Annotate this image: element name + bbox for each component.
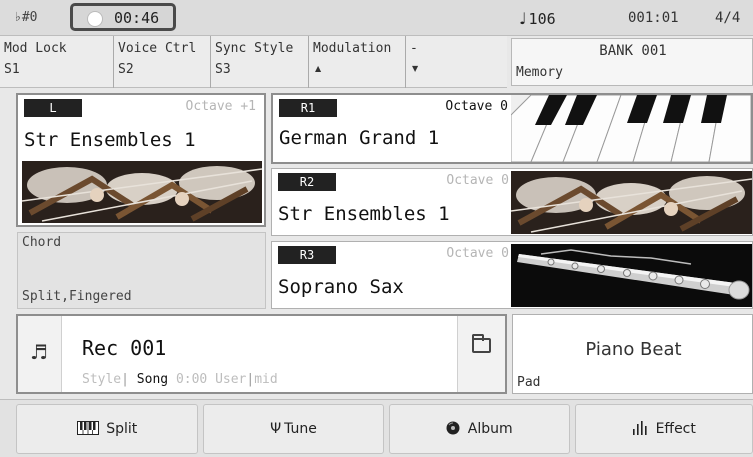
pad-panel[interactable]: Piano Beat Pad: [512, 314, 753, 394]
soprano-sax-photo: [511, 244, 752, 307]
octave-value: Octave +1: [185, 99, 256, 114]
voice-tag: R2: [278, 173, 336, 191]
voice-name: Soprano Sax: [278, 276, 404, 298]
chord-mode: Split,Fingered: [22, 289, 132, 304]
voice-panel-left[interactable]: L Octave +1 Str Ensembles 1: [16, 93, 266, 227]
assign-value: S1: [4, 62, 20, 77]
assign-row: Mod Lock S1 Voice Ctrl S2 Sync Style S3 …: [0, 36, 507, 88]
assign-empty[interactable]: - ▼: [405, 36, 507, 88]
album-button[interactable]: Album: [389, 404, 570, 454]
tempo-value: 106: [528, 10, 556, 28]
memory-label: Memory: [516, 65, 563, 80]
transpose-indicator[interactable]: ♭#0: [14, 10, 37, 25]
tune-button[interactable]: Ψ Tune: [203, 404, 384, 454]
music-note-icon: ♬: [30, 340, 48, 364]
assign-name: -: [410, 41, 418, 56]
octave-value: Octave 0: [446, 173, 509, 188]
assign-name: Mod Lock: [4, 41, 67, 56]
assign-value: S2: [118, 62, 134, 77]
assign-name: Voice Ctrl: [118, 41, 197, 56]
time-signature: 4/4: [715, 10, 741, 26]
voice-panel-r3[interactable]: R3 Octave 0 Soprano Sax: [271, 241, 753, 309]
bank-name: BANK 001: [599, 43, 667, 59]
quarter-note-icon: ♩: [519, 9, 527, 28]
status-bar: ♭#0 00:46 ♩ 106 001:01 4/4: [0, 0, 753, 36]
assign-name: Sync Style: [215, 41, 294, 56]
equalizer-icon: [632, 421, 652, 437]
assign-name: Modulation: [313, 41, 392, 56]
assign-sync-style[interactable]: Sync Style S3: [210, 36, 308, 88]
down-arrow-icon: ▼: [412, 64, 419, 73]
record-indicator[interactable]: 00:46: [70, 3, 176, 31]
assign-mod-lock[interactable]: Mod Lock S1: [0, 36, 113, 88]
button-label: Split: [106, 421, 138, 437]
mode-user-tab[interactable]: User: [215, 372, 246, 387]
button-label: Tune: [284, 421, 317, 437]
button-label: Album: [467, 421, 513, 437]
song-mode-tabs: Style| Song 0:00 User|mid: [82, 372, 278, 387]
folder-icon: [472, 334, 491, 353]
voice-tag: L: [24, 99, 82, 117]
pad-name: Piano Beat: [585, 339, 682, 360]
violin-section-photo: [22, 161, 262, 223]
chord-panel[interactable]: Chord Split,Fingered: [17, 232, 266, 309]
pad-label: Pad: [517, 375, 541, 390]
assign-value: S3: [215, 62, 231, 77]
folder-button[interactable]: [457, 316, 505, 392]
bottom-toolbar: Split Ψ Tune Album Effect: [0, 399, 753, 457]
assign-modulation[interactable]: Modulation ▲: [308, 36, 405, 88]
mode-separator: |: [121, 372, 129, 387]
assign-voice-ctrl[interactable]: Voice Ctrl S2: [113, 36, 210, 88]
voice-tag: R3: [278, 246, 336, 264]
song-type-button[interactable]: ♬: [18, 316, 62, 392]
song-name: Rec 001: [82, 336, 167, 360]
voice-panel-r2[interactable]: R2 Octave 0 Str Ensembles 1: [271, 168, 753, 236]
octave-value: Octave 0: [446, 246, 509, 261]
record-time: 00:46: [114, 9, 160, 27]
piano-keys-photo: [511, 95, 751, 162]
voice-name: Str Ensembles 1: [278, 203, 450, 225]
memory-panel[interactable]: BANK 001 Memory: [511, 38, 753, 86]
effect-button[interactable]: Effect: [575, 404, 753, 454]
up-arrow-icon: ▲: [315, 64, 322, 73]
mode-mid-tab[interactable]: mid: [254, 372, 277, 387]
button-label: Effect: [655, 421, 696, 437]
voice-name: Str Ensembles 1: [24, 129, 196, 151]
tuning-fork-icon: Ψ: [270, 421, 282, 437]
chord-label: Chord: [22, 235, 62, 250]
octave-value: Octave 0: [445, 99, 508, 114]
voice-tag: R1: [279, 99, 337, 117]
keyboard-icon: [76, 421, 103, 437]
tempo-display[interactable]: ♩ 106: [519, 9, 556, 28]
song-time: 0:00: [175, 372, 208, 387]
disc-icon: [446, 421, 464, 437]
violin-section-photo: [511, 171, 752, 234]
mode-style-tab[interactable]: Style: [82, 372, 121, 387]
measure-counter: 001:01: [628, 10, 679, 26]
song-panel[interactable]: ♬ Rec 001 Style| Song 0:00 User|mid: [16, 314, 507, 394]
voice-name: German Grand 1: [279, 127, 440, 149]
voice-panel-r1[interactable]: R1 Octave 0 German Grand 1: [271, 93, 753, 164]
split-button[interactable]: Split: [16, 404, 198, 454]
mode-song-tab[interactable]: Song: [137, 372, 168, 387]
record-dot-icon: [88, 12, 102, 26]
